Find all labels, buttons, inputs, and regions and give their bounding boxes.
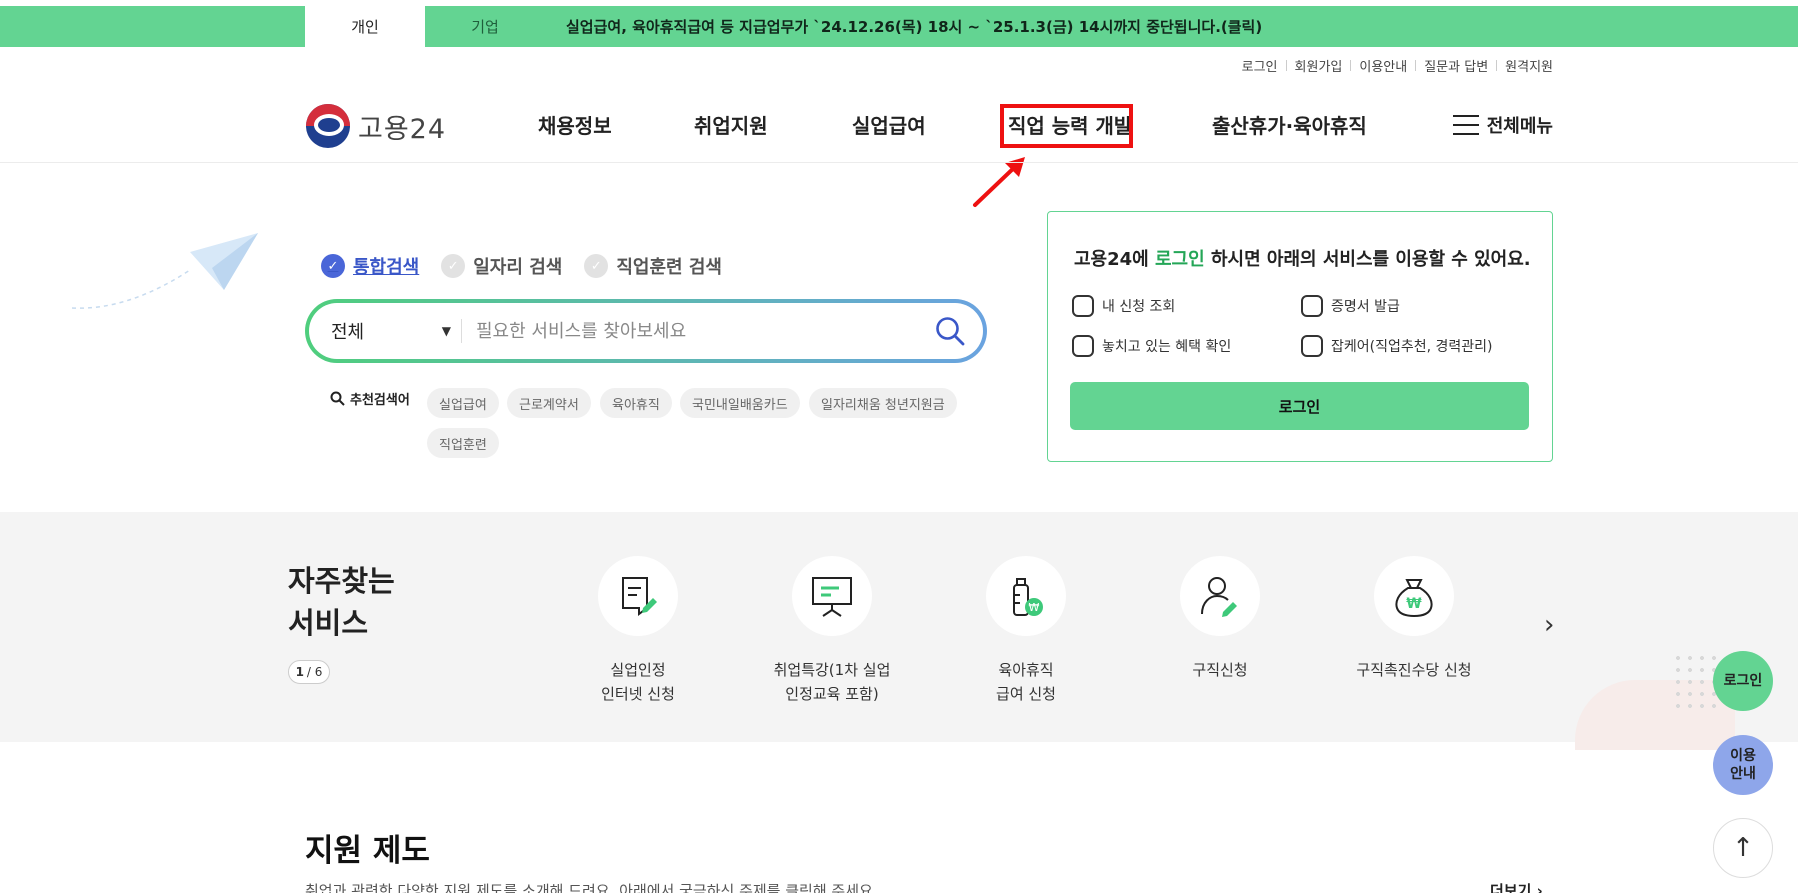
search-scope-select[interactable]: 전체 ▼ (327, 318, 461, 344)
search-icon[interactable] (935, 316, 965, 346)
check-icon: ✓ (584, 254, 609, 278)
tab-integrated-search[interactable]: ✓ 통합검색 (321, 253, 419, 279)
tab-business[interactable]: 기업 (425, 6, 545, 47)
more-link[interactable]: 더보기 › (1490, 880, 1543, 893)
search-type-tabs: ✓ 통합검색 ✓ 일자리 검색 ✓ 직업훈련 검색 (321, 253, 744, 279)
presentation-board-icon (792, 556, 872, 636)
tab-personal[interactable]: 개인 (305, 6, 425, 47)
login-button[interactable]: 로그인 (1070, 382, 1529, 430)
divider (461, 319, 462, 343)
util-remote-support-link[interactable]: 원격지원 (1505, 56, 1553, 75)
search-box: 전체 ▼ (305, 299, 987, 363)
card-title: 고용24에 로그인 하시면 아래의 서비스를 이용할 수 있어요. (1074, 249, 1531, 270)
taegeuk-logo-icon (306, 104, 350, 148)
site-logo[interactable]: 고용24 (306, 104, 446, 148)
nav-job-info[interactable]: 채용정보 (538, 110, 612, 139)
money-bag-icon: ₩ (1374, 556, 1454, 636)
clipboard-clock-icon (1301, 335, 1323, 357)
search-scope-value: 전체 (331, 322, 365, 343)
all-menu-button[interactable]: 전체메뉴 (1452, 112, 1553, 138)
carousel-next-icon[interactable]: › (1544, 610, 1554, 640)
document-search-icon (1072, 335, 1094, 357)
certificate-icon (1301, 295, 1323, 317)
service-job-lecture[interactable]: 취업특강(1차 실업 인정교육 포함) (752, 556, 912, 706)
nav-employment-support[interactable]: 취업지원 (694, 110, 768, 139)
my-application-link[interactable]: 내 신청 조회 (1072, 295, 1175, 317)
util-qna-link[interactable]: 질문과 답변 (1424, 56, 1488, 75)
search-input[interactable] (476, 320, 935, 342)
item-label: 내 신청 조회 (1102, 299, 1176, 315)
check-icon: ✓ (441, 254, 466, 278)
support-section-title: 지원 제도 (305, 833, 430, 869)
keyword-chip[interactable]: 국민내일배움카드 (680, 388, 800, 418)
svg-text:₩: ₩ (1029, 601, 1040, 614)
baby-bottle-won-icon: ₩ (986, 556, 1066, 636)
highlight-box (1000, 104, 1133, 148)
paper-plane-icon (72, 233, 258, 309)
item-label: 놓치고 있는 혜택 확인 (1102, 339, 1232, 355)
utility-links: 로그인 회원가입 이용안내 질문과 답변 원격지원 (1242, 56, 1553, 75)
svg-text:₩: ₩ (1406, 596, 1422, 612)
tab-label: 직업훈련 검색 (616, 257, 722, 278)
item-label: 잡케어(직업추천, 경력관리) (1331, 339, 1493, 355)
scroll-top-icon[interactable]: ↑ (1713, 818, 1773, 878)
util-signup-link[interactable]: 회원가입 (1295, 56, 1343, 75)
support-section-desc: 취업과 관련한 다양한 지원 제도를 소개해 드려요. 아래에서 궁금하신 주제… (305, 882, 878, 893)
hamburger-icon (1452, 115, 1479, 135)
divider (1415, 60, 1417, 71)
divider (1350, 60, 1352, 71)
divider (1285, 60, 1287, 71)
jobcare-link[interactable]: 잡케어(직업추천, 경력관리) (1301, 335, 1493, 357)
floating-login-button[interactable]: 로그인 (1713, 651, 1773, 711)
red-arrow-icon (973, 157, 1025, 207)
tab-label: 통합검색 (353, 257, 420, 278)
floating-guide-button[interactable]: 이용 안내 (1713, 735, 1773, 795)
util-login-link[interactable]: 로그인 (1242, 56, 1278, 75)
keyword-chip[interactable]: 직업훈련 (427, 428, 499, 458)
service-unemployment-recognition[interactable]: 실업인정 인터넷 신청 (558, 556, 718, 706)
person-pen-icon (1180, 556, 1260, 636)
keyword-chip[interactable]: 육아휴직 (600, 388, 672, 418)
all-menu-label: 전체메뉴 (1486, 116, 1553, 137)
service-notice-link[interactable]: 실업급여, 육아휴직급여 등 지급업무가 `24.12.26(목) 18시 ~ … (566, 6, 1262, 47)
login-highlight: 로그인 (1155, 249, 1205, 270)
service-parental-leave-benefit[interactable]: ₩ 육아휴직 급여 신청 (946, 556, 1106, 706)
login-service-card: 고용24에 로그인 하시면 아래의 서비스를 이용할 수 있어요. 내 신청 조… (1047, 211, 1553, 462)
carousel-pager: 1/ 6 (288, 660, 330, 684)
caret-down-icon: ▼ (441, 324, 451, 338)
keyword-chip[interactable]: 실업급여 (427, 388, 499, 418)
tab-job-search[interactable]: ✓ 일자리 검색 (441, 253, 562, 279)
tab-label: 일자리 검색 (473, 257, 563, 278)
nav-unemployment-benefit[interactable]: 실업급여 (852, 110, 926, 139)
tab-training-search[interactable]: ✓ 직업훈련 검색 (584, 253, 722, 279)
logo-text: 고용24 (358, 113, 447, 145)
keyword-chip[interactable]: 일자리채움 청년지원금 (809, 388, 957, 418)
util-guide-link[interactable]: 이용안내 (1359, 56, 1407, 75)
recommended-keywords-label: 추천검색어 (330, 389, 410, 408)
header-divider (0, 162, 1798, 163)
check-icon: ✓ (321, 254, 345, 278)
nav-maternity-parental-leave[interactable]: 출산휴가·육아휴직 (1212, 110, 1367, 139)
top-notice-bar: 개인 기업 실업급여, 육아휴직급여 등 지급업무가 `24.12.26(목) … (0, 6, 1798, 47)
search-icon (330, 391, 345, 406)
item-label: 증명서 발급 (1331, 299, 1400, 315)
certificate-issue-link[interactable]: 증명서 발급 (1301, 295, 1400, 317)
document-pen-icon (598, 556, 678, 636)
recommended-label: 추천검색어 (350, 393, 410, 408)
frequent-services-title: 자주찾는 서비스 (288, 564, 395, 640)
divider (1496, 60, 1498, 71)
service-job-application[interactable]: 구직신청 (1140, 556, 1300, 682)
service-job-promotion-allowance[interactable]: ₩ 구직촉진수당 신청 (1334, 556, 1494, 682)
keyword-chip[interactable]: 근로계약서 (507, 388, 591, 418)
checklist-icon (1072, 295, 1094, 317)
missed-benefits-link[interactable]: 놓치고 있는 혜택 확인 (1072, 335, 1231, 357)
